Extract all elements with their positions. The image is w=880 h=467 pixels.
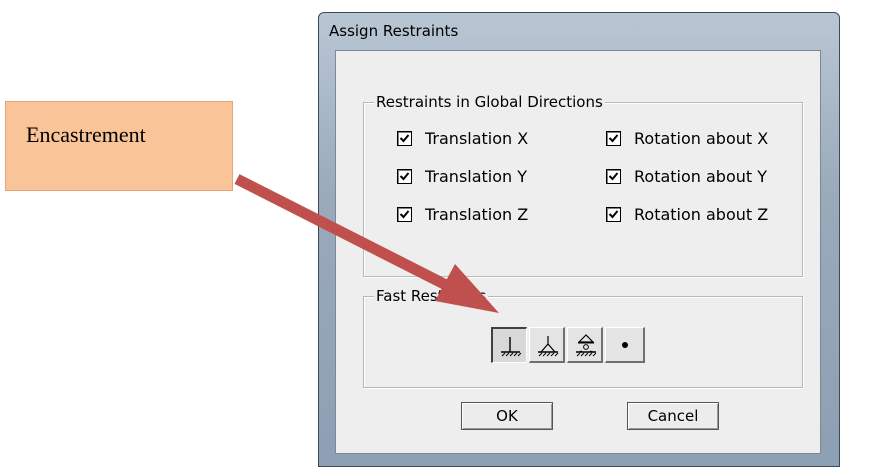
annotation-arrow-icon [234,174,499,313]
